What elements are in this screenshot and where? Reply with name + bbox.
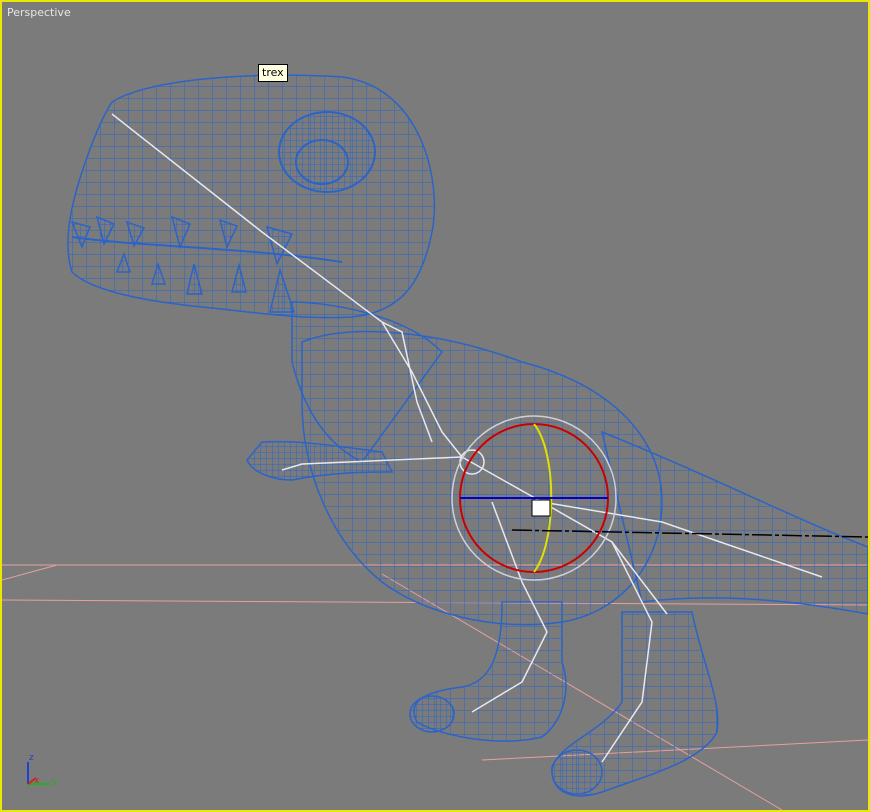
axis-tripod: z x y (27, 753, 58, 787)
head-mesh (67, 74, 436, 319)
scene-canvas[interactable]: z x y (2, 2, 868, 810)
axis-x-label: x (34, 776, 40, 786)
axis-y-label: y (52, 777, 58, 787)
axis-z-label: z (29, 753, 34, 763)
eye-pupil (295, 139, 349, 185)
object-name-tooltip: trex (258, 64, 288, 82)
perspective-viewport[interactable]: z x y Perspective trex (0, 0, 870, 812)
viewport-label[interactable]: Perspective (7, 6, 71, 19)
